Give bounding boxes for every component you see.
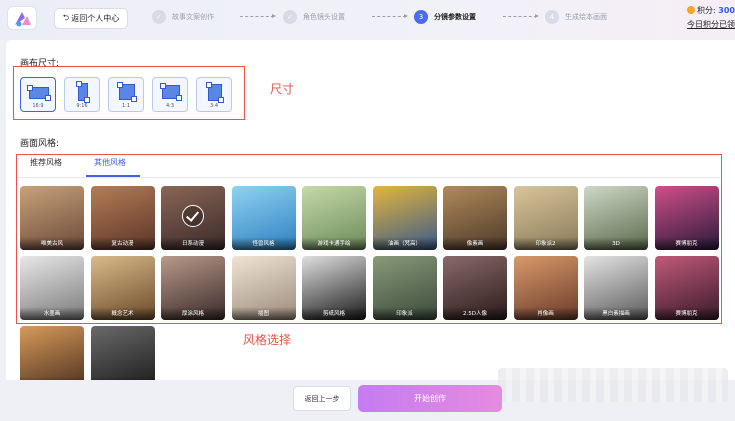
size-option-3-4[interactable]: 3:4 — [196, 77, 232, 112]
style-card[interactable]: 唯美古风 — [20, 186, 84, 250]
style-card-label: 3D — [584, 237, 648, 250]
style-card[interactable]: 2.5D人像 — [443, 256, 507, 320]
size-option-16-9[interactable]: 16:9 — [20, 77, 56, 112]
step-3-label: 分镜参数设置 — [434, 13, 476, 21]
style-card[interactable]: 印象派 — [372, 256, 437, 320]
back-to-profile-label: 返回个人中心 — [71, 14, 120, 23]
step-connector — [240, 14, 276, 18]
step-4-number: 4 — [545, 10, 559, 24]
style-card-label: 黑白素描画 — [584, 307, 648, 320]
style-card-label: 印象派2 — [513, 237, 578, 250]
size-option-label: 1:1 — [121, 103, 131, 109]
style-card[interactable]: 插图 — [231, 256, 296, 320]
size-option-label: 16:9 — [32, 103, 44, 109]
aspect-ratio-icon — [160, 83, 182, 101]
style-card[interactable]: 印象派2 — [513, 186, 578, 250]
style-card-label: 概念艺术 — [90, 307, 155, 320]
style-card-label: 日系动漫 — [161, 237, 225, 250]
style-card[interactable]: 3D — [584, 186, 648, 250]
size-option-label: 9:16 — [76, 103, 88, 109]
style-card-label: 插图 — [231, 307, 296, 320]
daily-points-link[interactable]: 今日积分已领取 — [687, 19, 735, 30]
points-label: 积分: — [697, 6, 716, 15]
style-card[interactable]: 黑白素描画 — [584, 256, 648, 320]
blurred-area — [498, 368, 728, 402]
step-connector — [503, 14, 539, 18]
aspect-ratio-icon — [76, 81, 90, 103]
style-card-label: 游戏卡通手绘 — [302, 237, 366, 250]
style-card[interactable]: 剪纸风格 — [302, 256, 366, 320]
style-card-label: 2.5D人像 — [443, 307, 507, 320]
style-card[interactable]: 水墨画 — [20, 256, 84, 320]
coin-icon — [687, 6, 695, 14]
step-4: 4 生成绘本画面 — [545, 10, 607, 24]
step-connector — [372, 14, 408, 18]
back-to-profile-button[interactable]: ⮌ 返回个人中心 — [54, 8, 128, 29]
style-card[interactable]: 像素画 — [443, 186, 507, 250]
size-option-1-1[interactable]: 1:1 — [108, 77, 144, 112]
aspect-ratio-icon — [206, 82, 224, 103]
size-option-label: 3:4 — [209, 103, 219, 109]
step-2-label: 角色镜头设置 — [303, 13, 345, 21]
style-card[interactable]: 油画（梵高） — [372, 186, 437, 250]
style-card[interactable]: 概念艺术 — [90, 256, 155, 320]
previous-step-button[interactable]: 返回上一步 — [293, 386, 351, 411]
style-card[interactable]: 怪兽风格 — [231, 186, 296, 250]
aspect-ratio-icon — [117, 82, 137, 102]
style-card-label: 剪纸风格 — [302, 307, 366, 320]
size-annotation: 尺寸 — [270, 82, 295, 96]
style-card[interactable]: 日系动漫 — [161, 186, 225, 250]
aspect-ratio-icon — [27, 85, 51, 101]
style-card[interactable]: 游戏卡通手绘 — [302, 186, 366, 250]
style-card[interactable]: 厚涂风格 — [161, 256, 225, 320]
style-card-label: 水墨画 — [20, 307, 84, 320]
style-card-label: 唯美古风 — [20, 237, 84, 250]
style-title: 画面风格: — [20, 139, 60, 149]
points-value: 300 — [718, 6, 735, 15]
start-creation-button[interactable]: 开始创作 — [358, 385, 502, 412]
step-2: ✓ 角色镜头设置 — [283, 10, 345, 24]
style-card-label: 复古动漫 — [90, 237, 155, 250]
style-card-label: 印象派 — [372, 307, 437, 320]
style-card[interactable]: 肖像画 — [513, 256, 578, 320]
style-card-label: 油画（梵高） — [372, 237, 437, 250]
size-option-4-3[interactable]: 4:3 — [152, 77, 188, 112]
points-display: 积分: 300 今日积分已领取 — [687, 5, 735, 30]
check-icon: ✓ — [283, 10, 297, 24]
style-card[interactable]: 复古动漫 — [90, 186, 155, 250]
step-1-label: 故事文案创作 — [172, 13, 214, 21]
style-card-label: 肖像画 — [513, 307, 578, 320]
style-card[interactable]: 赛博朋克 — [654, 256, 719, 320]
app-logo[interactable] — [7, 6, 37, 30]
style-card-label: 赛博朋克 — [654, 307, 719, 320]
top-bar: ⮌ 返回个人中心 ✓ 故事文案创作 ✓ 角色镜头设置 3 分镜参数设置 4 生成… — [0, 0, 735, 40]
size-option-label: 4:3 — [165, 103, 175, 109]
style-card-label: 像素画 — [443, 237, 507, 250]
step-1: ✓ 故事文案创作 — [152, 10, 214, 24]
size-option-9-16[interactable]: 9:16 — [64, 77, 100, 112]
style-card-label: 赛博朋克 — [654, 237, 719, 250]
step-3: 3 分镜参数设置 — [414, 10, 476, 24]
style-card-label: 怪兽风格 — [231, 237, 296, 250]
step-3-number: 3 — [414, 10, 428, 24]
style-card[interactable]: 赛博朋克 — [654, 186, 719, 250]
selected-check-icon — [182, 205, 204, 227]
return-arrow-icon: ⮌ — [62, 12, 70, 22]
check-icon: ✓ — [152, 10, 166, 24]
style-annotation: 风格选择 — [243, 333, 292, 347]
step-4-label: 生成绘本画面 — [565, 13, 607, 21]
logo-icon — [15, 12, 31, 27]
style-card-label: 厚涂风格 — [161, 307, 225, 320]
